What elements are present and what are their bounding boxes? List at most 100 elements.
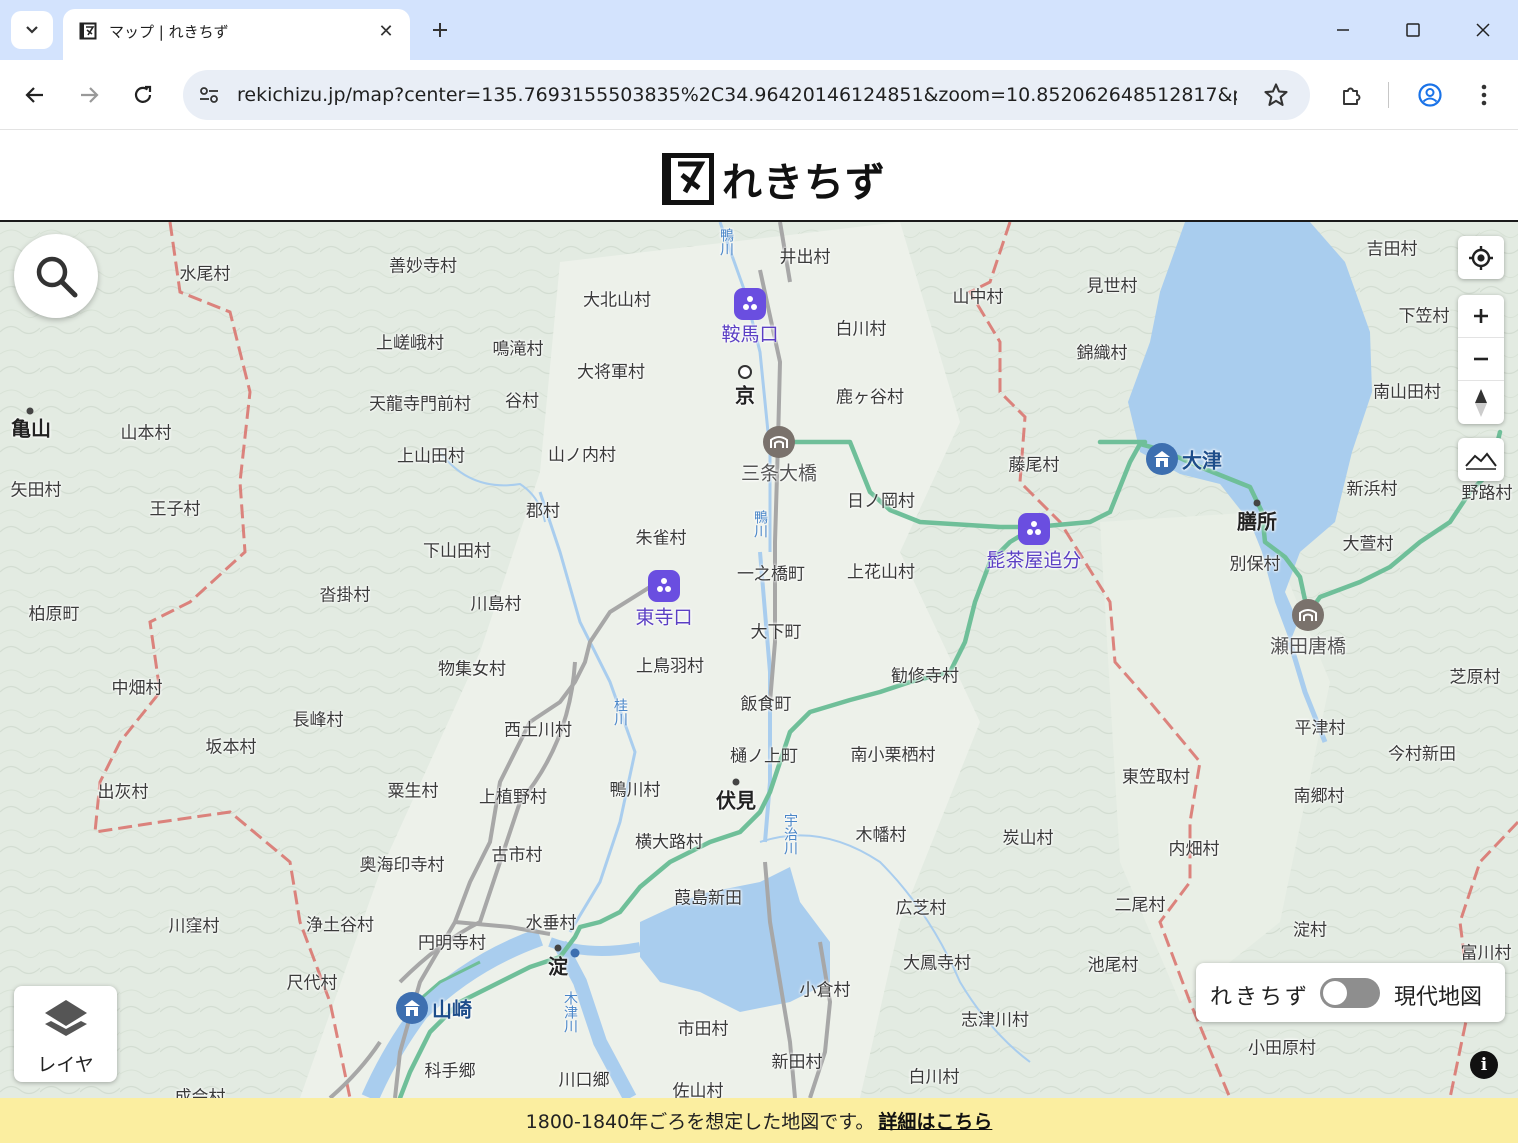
- castle-marker-yamazaki[interactable]: [396, 992, 428, 1024]
- village-label: 大北山村: [583, 290, 651, 311]
- village-label: 上嵯峨村: [376, 333, 444, 354]
- village-label: 円明寺村: [418, 933, 486, 954]
- village-label: 朱雀村: [635, 528, 687, 549]
- village-label: 白川村: [908, 1067, 960, 1088]
- village-label: 藤尾村: [1008, 455, 1060, 476]
- compass-icon: [1475, 388, 1487, 417]
- active-tab[interactable]: マップ | れきちず ✕: [63, 9, 410, 60]
- zoom-out-button[interactable]: [1458, 338, 1504, 381]
- minimize-button[interactable]: [1320, 12, 1366, 48]
- village-label: 西土川村: [504, 720, 572, 741]
- village-label: 科手郷: [424, 1061, 476, 1082]
- village-label: 山本村: [120, 423, 172, 444]
- site-header: れきちず: [0, 130, 1518, 222]
- bridge-marker-sanjo-ohashi[interactable]: [763, 426, 795, 458]
- more-vert-icon: [1481, 84, 1487, 106]
- terrain-control: [1458, 438, 1504, 481]
- village-label: 下山田村: [423, 541, 491, 562]
- village-label: 別保村: [1229, 554, 1281, 575]
- village-label: 川口郷: [558, 1070, 610, 1091]
- village-label: 坂本村: [205, 737, 257, 758]
- town-label: 淀: [548, 954, 568, 979]
- river-label: 桂川: [612, 698, 628, 726]
- castle-icon: [404, 1000, 420, 1016]
- map-search-button[interactable]: [14, 234, 98, 318]
- attribution-info-icon[interactable]: i: [1470, 1051, 1498, 1079]
- capital-marker-icon: [738, 365, 752, 379]
- poi-marker-kuramaguchi[interactable]: [734, 288, 766, 320]
- bookmark-star-icon[interactable]: [1262, 81, 1290, 109]
- geolocate-button[interactable]: [1458, 236, 1504, 279]
- zoom-in-button[interactable]: [1458, 295, 1504, 338]
- map-style-toggle: れきちず 現代地図: [1196, 963, 1505, 1022]
- village-label: 上山田村: [397, 446, 465, 467]
- castle-icon: [1154, 451, 1170, 467]
- chevron-down-icon: [26, 26, 38, 34]
- close-icon: [1476, 23, 1490, 37]
- village-label: 下笠村: [1398, 306, 1450, 327]
- village-label: 奥海印寺村: [359, 855, 445, 876]
- minimize-icon: [1337, 29, 1349, 31]
- village-label: 成会村: [174, 1087, 226, 1099]
- village-label: 井出村: [779, 247, 831, 268]
- reload-button[interactable]: [124, 76, 162, 114]
- village-label: 白川村: [835, 319, 887, 340]
- toggle-label-rekichizu: れきちず: [1210, 985, 1311, 1010]
- switch-knob: [1323, 981, 1347, 1005]
- map-canvas[interactable]: 鴨川 鴨川 桂川 宇治川 木津川 井出村 善妙寺村 水尾村 大北山村 白川村 山中村 見世村 吉田村下…: [0, 222, 1518, 1098]
- river-label: 鴨川: [752, 510, 768, 538]
- compass-button[interactable]: [1458, 381, 1504, 424]
- village-label: 浄土谷村: [306, 915, 374, 936]
- account-icon: [1418, 83, 1442, 107]
- details-link[interactable]: 詳細はこちら: [878, 1107, 992, 1134]
- url-text[interactable]: rekichizu.jp/map?center=135.769315550383…: [237, 84, 1237, 106]
- poi-marker-higechaya-oiwake[interactable]: [1018, 513, 1050, 545]
- browser-menu-button[interactable]: [1465, 76, 1503, 114]
- river-label: 宇治川: [782, 813, 798, 855]
- close-window-button[interactable]: [1460, 12, 1506, 48]
- poi-marker-toji-guchi[interactable]: [648, 570, 680, 602]
- village-label: 大下町: [750, 622, 802, 643]
- castle-label: 山崎: [432, 997, 472, 1022]
- village-label: 沓掛村: [319, 585, 371, 606]
- town-label: 京: [735, 383, 755, 408]
- arrow-right-icon: [81, 87, 99, 103]
- poi-label: 髭茶屋追分: [986, 549, 1082, 572]
- village-label: 南郷村: [1293, 786, 1345, 807]
- poi-label: 東寺口: [635, 606, 693, 629]
- layer-button[interactable]: レイヤ: [14, 986, 117, 1082]
- village-label: 粟生村: [387, 781, 439, 802]
- town-dot: [26, 407, 34, 415]
- terrain-button[interactable]: [1458, 438, 1504, 481]
- site-info-button[interactable]: [193, 79, 225, 111]
- address-bar[interactable]: rekichizu.jp/map?center=135.769315550383…: [183, 70, 1310, 120]
- forward-button[interactable]: [70, 76, 108, 114]
- village-label: 上鳥羽村: [636, 656, 704, 677]
- poi-label: 鞍馬口: [721, 323, 779, 346]
- new-tab-button[interactable]: [424, 14, 456, 46]
- village-label: 善妙寺村: [389, 256, 457, 277]
- back-button[interactable]: [16, 76, 54, 114]
- search-icon: [36, 256, 78, 298]
- river-label: 木津川: [562, 991, 578, 1033]
- village-label: 東笠取村: [1122, 767, 1190, 788]
- village-label: 矢田村: [10, 480, 62, 501]
- village-label: 一之橋町: [737, 564, 805, 585]
- village-label: 物集女村: [438, 659, 506, 680]
- maximize-button[interactable]: [1390, 12, 1436, 48]
- profile-button[interactable]: [1411, 76, 1449, 114]
- bridge-marker-seta-karahashi[interactable]: [1292, 599, 1324, 631]
- site-logo[interactable]: れきちず: [662, 150, 886, 208]
- castle-marker-otsu[interactable]: [1146, 443, 1178, 475]
- village-label: 王子村: [149, 499, 201, 520]
- village-label: 天龍寺門前村: [369, 394, 471, 415]
- extensions-button[interactable]: [1332, 76, 1370, 114]
- village-label: 川窪村: [168, 916, 220, 937]
- toolbar-divider: [1388, 82, 1389, 108]
- close-tab-icon[interactable]: ✕: [374, 19, 398, 43]
- village-label: 中畑村: [111, 678, 163, 699]
- village-label: 尺代村: [286, 973, 338, 994]
- tab-search-button[interactable]: [11, 11, 53, 49]
- map-style-switch[interactable]: [1320, 978, 1380, 1008]
- logo-mark-icon: [662, 153, 714, 205]
